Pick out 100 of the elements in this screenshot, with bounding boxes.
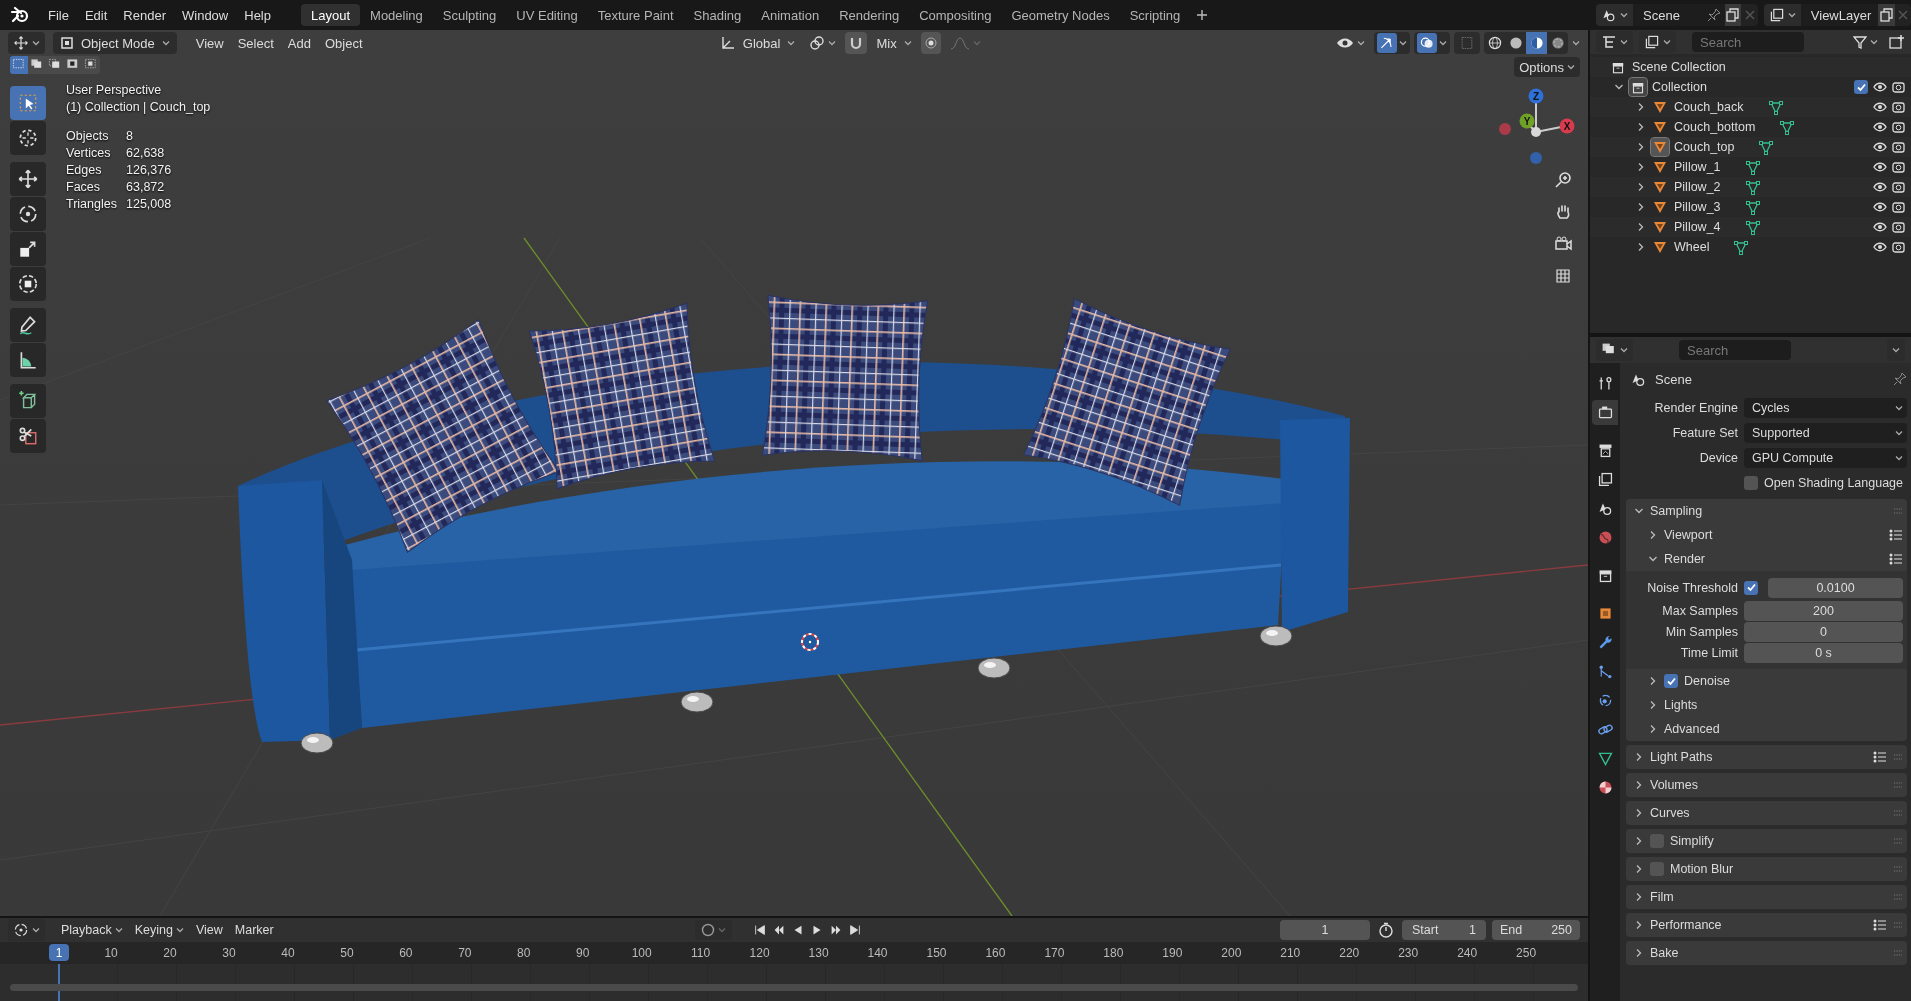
dropdown[interactable]: Cycles bbox=[1744, 397, 1907, 418]
view-layer-field[interactable]: ViewLayer bbox=[1800, 4, 1879, 26]
stat-label: Objects bbox=[66, 128, 110, 145]
stat-label: Faces bbox=[66, 179, 102, 196]
scene-field[interactable]: Scene bbox=[1633, 4, 1725, 26]
workspace-tab[interactable]: Animation bbox=[751, 4, 830, 26]
panel-title[interactable]: Viewport bbox=[1664, 528, 1713, 542]
workspace-tab[interactable]: Layout bbox=[301, 4, 361, 26]
workspace-tab[interactable]: Scripting bbox=[1119, 4, 1191, 26]
stat-value: 63,872 bbox=[126, 179, 166, 196]
workspace-tab[interactable]: UV Editing bbox=[506, 4, 588, 26]
panel-title[interactable]: Render bbox=[1664, 552, 1705, 566]
start-frame-field[interactable]: Start 1 bbox=[1402, 920, 1486, 940]
collection-item[interactable]: Collection bbox=[1652, 80, 1707, 94]
outliner-object-name[interactable]: Couch_back bbox=[1674, 100, 1744, 114]
outliner-object-name[interactable]: Wheel bbox=[1674, 240, 1710, 254]
search-field[interactable]: Search bbox=[1679, 340, 1791, 360]
menu-item[interactable]: Render bbox=[115, 4, 174, 26]
outliner-object-name[interactable]: Couch_bottom bbox=[1674, 120, 1756, 134]
field-label: Device bbox=[1698, 450, 1738, 465]
mode-dropdown[interactable]: Object Mode bbox=[53, 32, 177, 54]
menu-item[interactable]: Select bbox=[230, 32, 281, 54]
frame-number: 50 bbox=[340, 946, 354, 960]
number-field[interactable]: 0 s bbox=[1744, 642, 1903, 663]
field-label: Render Engine bbox=[1653, 400, 1738, 415]
workspace-tab[interactable]: Modeling bbox=[360, 4, 433, 26]
menu-item[interactable]: Marker bbox=[228, 920, 280, 940]
frame-number: 100 bbox=[631, 946, 652, 960]
number-field[interactable]: 0 bbox=[1744, 621, 1903, 642]
panel-title[interactable]: Motion Blur bbox=[1670, 862, 1734, 876]
end-frame-field[interactable]: End 250 bbox=[1492, 920, 1580, 940]
workspace-tab[interactable]: Compositing bbox=[909, 4, 1002, 26]
workspace-tab[interactable]: Texture Paint bbox=[587, 4, 684, 26]
frame-number: 250 bbox=[1516, 946, 1537, 960]
view-context: (1) Collection | Couch_top bbox=[66, 99, 211, 116]
menu-item[interactable]: Object bbox=[317, 32, 370, 54]
menu-item[interactable]: Edit bbox=[76, 4, 116, 26]
outliner-object-name[interactable]: Pillow_2 bbox=[1674, 180, 1721, 194]
stat-value: 62,638 bbox=[126, 145, 166, 162]
outliner-object-name[interactable]: Couch_top bbox=[1674, 140, 1735, 154]
dropdown[interactable]: Keying bbox=[128, 920, 190, 940]
search-field[interactable]: Search bbox=[1692, 32, 1804, 52]
menu-item[interactable]: View bbox=[189, 920, 229, 940]
frame-number: 60 bbox=[399, 946, 413, 960]
workspace-tab[interactable]: Rendering bbox=[829, 4, 910, 26]
frame-number: 130 bbox=[808, 946, 829, 960]
stat-label: Triangles bbox=[66, 196, 118, 213]
stat-value: 125,008 bbox=[126, 196, 173, 213]
menu-item[interactable]: File bbox=[40, 4, 77, 26]
panel-title[interactable]: Sampling bbox=[1650, 504, 1703, 518]
frame-number: 140 bbox=[867, 946, 888, 960]
current-frame-field[interactable]: 1 bbox=[1280, 920, 1370, 940]
outliner-object-name[interactable]: Pillow_4 bbox=[1674, 220, 1721, 234]
number-field[interactable]: 0.0100 bbox=[1768, 577, 1903, 598]
menu-item[interactable]: Help bbox=[236, 4, 279, 26]
options-dropdown[interactable]: Options bbox=[1514, 57, 1580, 77]
frame-number: 160 bbox=[985, 946, 1006, 960]
menu-item[interactable]: Window bbox=[174, 4, 237, 26]
playhead[interactable]: 1 bbox=[49, 944, 69, 961]
field-label: Max Samples bbox=[1661, 603, 1738, 618]
panel-title[interactable]: Light Paths bbox=[1650, 750, 1713, 764]
frame-number: 190 bbox=[1162, 946, 1183, 960]
panel-title[interactable]: Advanced bbox=[1664, 722, 1720, 736]
panel-title[interactable]: Simplify bbox=[1670, 834, 1714, 848]
number-field[interactable]: 200 bbox=[1744, 600, 1903, 621]
snap-dropdown[interactable]: Mix bbox=[871, 32, 917, 54]
view-name: User Perspective bbox=[66, 82, 163, 99]
frame-number: 70 bbox=[458, 946, 472, 960]
panel-title[interactable]: Film bbox=[1650, 890, 1674, 904]
panel-title[interactable]: Performance bbox=[1650, 918, 1722, 932]
frame-number: 90 bbox=[576, 946, 590, 960]
workspace-tab[interactable]: Geometry Nodes bbox=[1001, 4, 1120, 26]
frame-number: 200 bbox=[1221, 946, 1242, 960]
workspace-tab[interactable]: Sculpting bbox=[432, 4, 507, 26]
menu-item[interactable]: View bbox=[188, 32, 231, 54]
outliner-object-name[interactable]: Pillow_3 bbox=[1674, 200, 1721, 214]
workspace-tab[interactable]: Shading bbox=[683, 4, 752, 26]
dropdown[interactable]: GPU Compute bbox=[1744, 447, 1907, 468]
frame-number: 240 bbox=[1457, 946, 1478, 960]
panel-title[interactable]: Volumes bbox=[1650, 778, 1698, 792]
frame-number: 120 bbox=[749, 946, 770, 960]
dropdown[interactable]: Playback bbox=[55, 920, 129, 940]
scene-collection-item[interactable]: Scene Collection bbox=[1610, 59, 1726, 75]
frame-number: 20 bbox=[163, 946, 177, 960]
frame-number: 210 bbox=[1280, 946, 1301, 960]
dropdown[interactable]: Supported bbox=[1744, 422, 1907, 443]
checkbox-label: Open Shading Language bbox=[1764, 475, 1903, 490]
field-label: Feature Set bbox=[1671, 425, 1738, 440]
stat-value: 126,376 bbox=[126, 162, 173, 179]
frame-number: 10 bbox=[104, 946, 118, 960]
panel-title[interactable]: Lights bbox=[1664, 698, 1698, 712]
menu-item[interactable]: Add bbox=[280, 32, 318, 54]
axis-gizmo-drawing[interactable]: Z Y X bbox=[1499, 88, 1575, 164]
panel-title[interactable]: Curves bbox=[1650, 806, 1690, 820]
frame-number: 230 bbox=[1398, 946, 1419, 960]
outliner-object-name[interactable]: Pillow_1 bbox=[1674, 160, 1721, 174]
panel-title[interactable]: Denoise bbox=[1684, 674, 1730, 688]
orientation-dropdown[interactable]: Global bbox=[714, 32, 801, 54]
panel-title[interactable]: Bake bbox=[1650, 946, 1679, 960]
frame-number: 170 bbox=[1044, 946, 1065, 960]
